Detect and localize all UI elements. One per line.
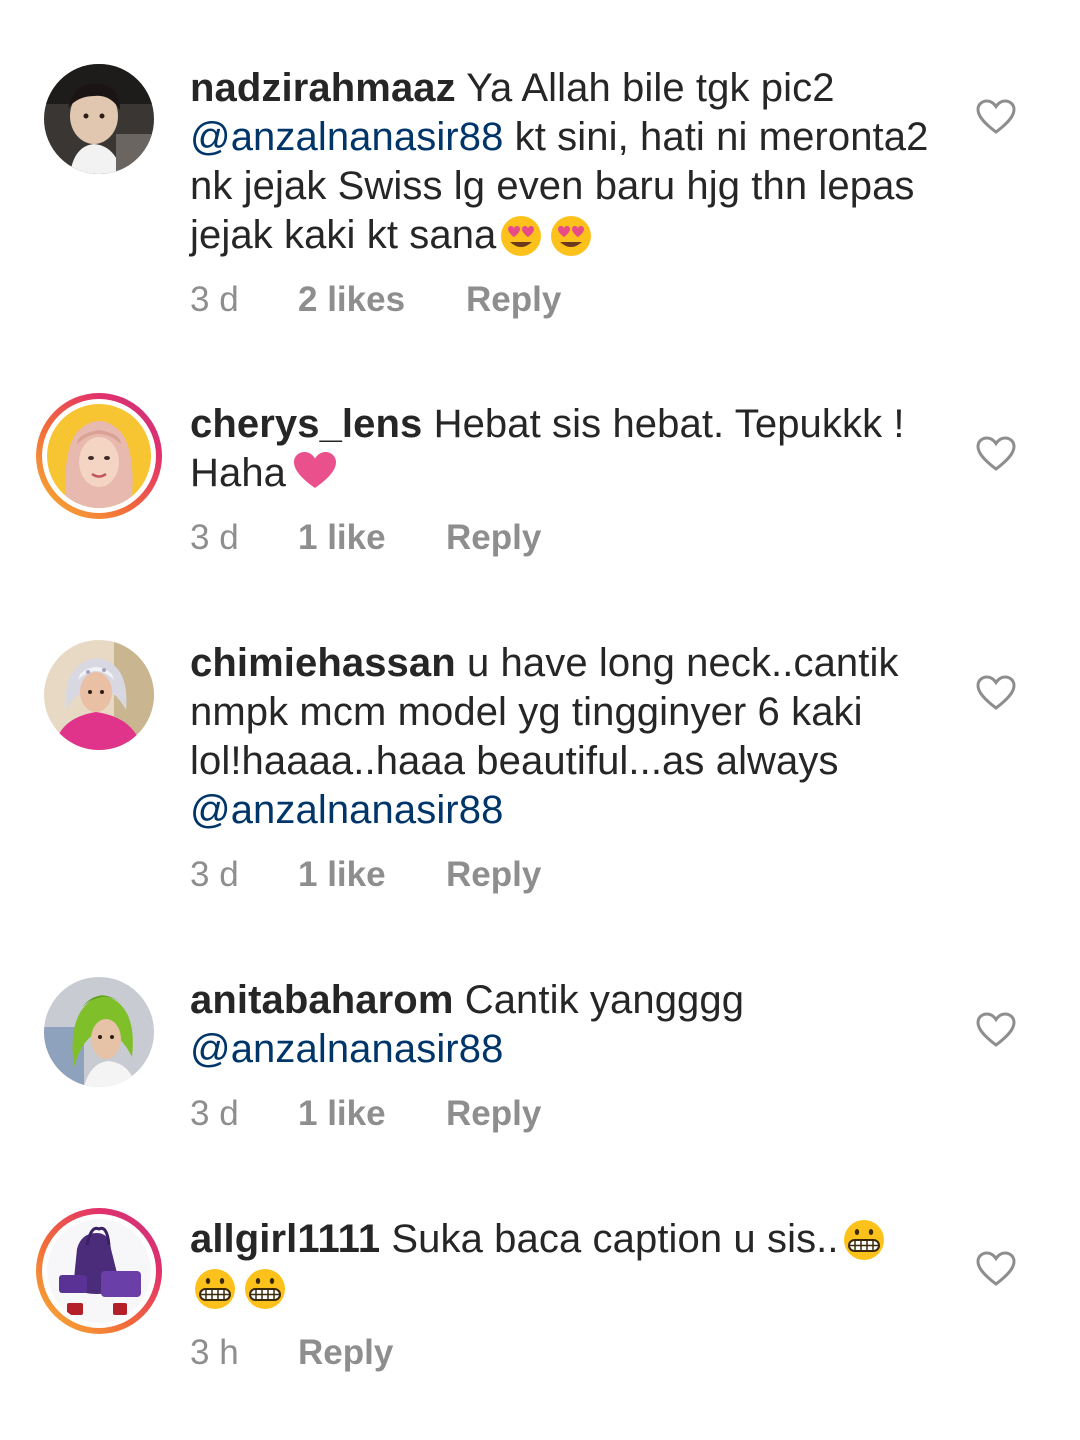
comment-username[interactable]: nadzirahmaaz [190,66,456,110]
comment-body: nadzirahmaaz Ya Allah bile tgk pic2 @anz… [190,64,930,260]
reply-button[interactable]: Reply [446,855,541,895]
mention-link[interactable]: @anzalnanasir88 [190,1027,503,1071]
grinning-emoji [240,1269,290,1309]
comment-body: allgirl1111 Suka baca caption u sis.. [190,1215,930,1313]
comment-time: 3 d [190,855,239,894]
comment-likes[interactable]: 2 likes [298,280,405,320]
like-heart-icon[interactable] [976,99,1016,135]
reply-button[interactable]: Reply [446,1094,541,1134]
comment-body: cherys_lens Hebat sis hebat. Tepukkk ! H… [190,400,930,498]
avatar-image [44,977,154,1087]
comment-likes[interactable]: 1 like [298,855,386,895]
heart-eyes-emoji [496,216,546,256]
avatar-image [47,404,151,508]
heart-eyes-emoji [546,216,596,256]
avatar[interactable] [44,977,154,1087]
grinning-emoji [190,1269,240,1309]
comment-text: Suka baca caption u sis.. [391,1217,839,1261]
comment-body: anitabaharom Cantik yangggg @anzalnanasi… [190,976,930,1074]
comment-likes[interactable]: 1 like [298,1094,386,1134]
comment-time: 3 d [190,518,239,557]
comment-likes[interactable]: 1 like [298,518,386,558]
avatar[interactable] [36,393,162,519]
comment-username[interactable]: cherys_lens [190,402,422,446]
like-heart-icon[interactable] [976,675,1016,711]
mention-link[interactable]: @anzalnanasir88 [190,115,503,159]
like-heart-icon[interactable] [976,1251,1016,1287]
comment-text: Cantik yangggg [464,978,745,1022]
comment-time: 3 h [190,1333,239,1372]
avatar-image [44,64,154,174]
comments-list: nadzirahmaaz Ya Allah bile tgk pic2 @anz… [0,0,1080,1440]
comment-username[interactable]: allgirl1111 [190,1217,380,1261]
comment-time: 3 d [190,1094,239,1133]
reply-button[interactable]: Reply [466,280,561,320]
avatar[interactable] [36,1208,162,1334]
reply-button[interactable]: Reply [446,518,541,558]
comment-text: Ya Allah bile tgk pic2 [466,66,835,110]
pink-heart-emoji [292,450,338,490]
comment-username[interactable]: chimiehassan [190,641,456,685]
comment-body: chimiehassan u have long neck..cantik nm… [190,639,930,835]
avatar-image [47,1219,151,1323]
grinning-emoji [839,1220,889,1260]
avatar-image [44,640,154,750]
mention-link[interactable]: @anzalnanasir88 [190,788,503,832]
like-heart-icon[interactable] [976,436,1016,472]
comment-username[interactable]: anitabaharom [190,978,454,1022]
comment-time: 3 d [190,280,239,319]
avatar[interactable] [44,640,154,750]
like-heart-icon[interactable] [976,1012,1016,1048]
reply-button[interactable]: Reply [298,1333,393,1373]
avatar[interactable] [44,64,154,174]
